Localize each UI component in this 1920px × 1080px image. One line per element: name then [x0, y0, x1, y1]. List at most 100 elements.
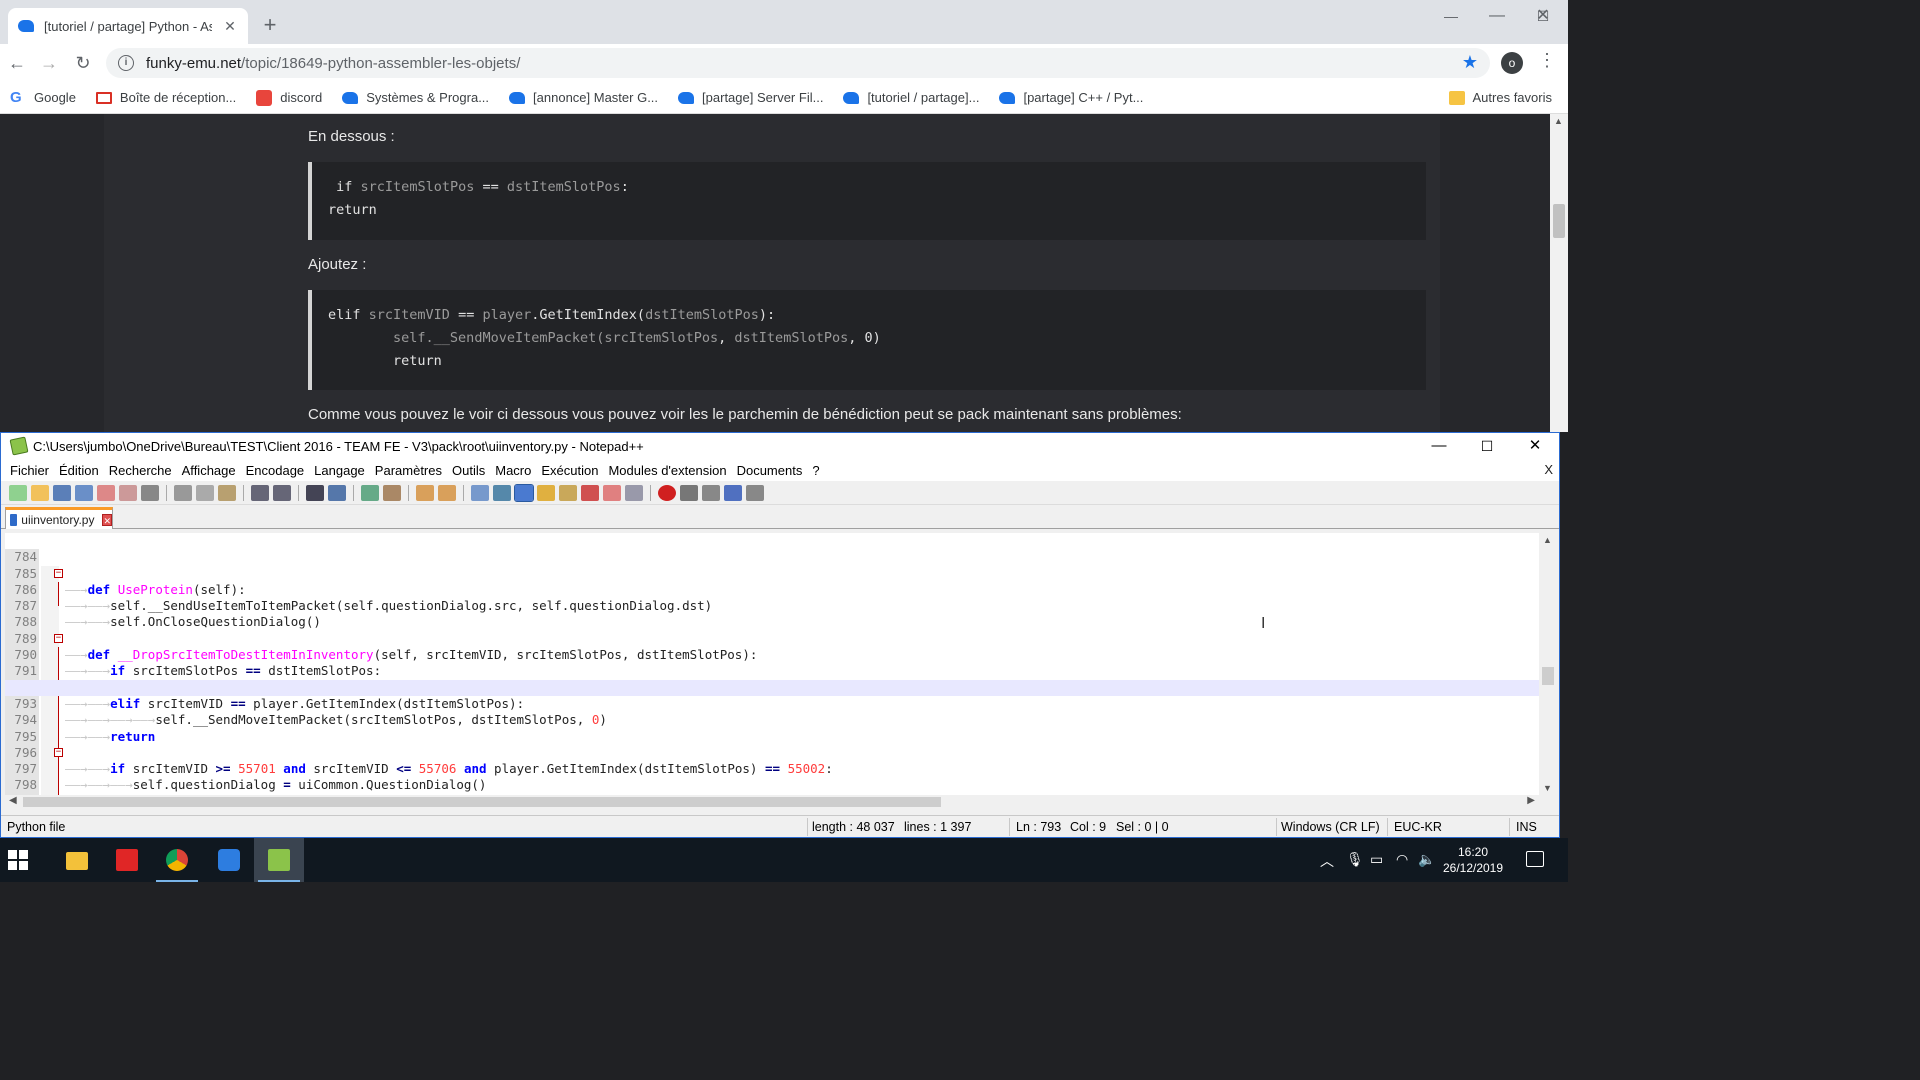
- close-document-icon[interactable]: X: [1544, 462, 1553, 477]
- taskbar-clock[interactable]: 16:20 26/12/2019: [1440, 844, 1506, 876]
- npp-minimize-icon[interactable]: —: [1415, 433, 1463, 459]
- notepadpp-window: C:\Users\jumbo\OneDrive\Bureau\TEST\Clie…: [0, 432, 1560, 838]
- file-tab-uiinventory[interactable]: uiinventory.py ✕: [5, 507, 113, 529]
- wifi-icon[interactable]: ◠: [1396, 851, 1408, 868]
- taskbar-file-explorer[interactable]: [52, 838, 102, 882]
- sync-vertical-icon[interactable]: [416, 484, 434, 501]
- address-bar[interactable]: i funky-emu.net/topic/18649-python-assem…: [106, 48, 1490, 78]
- cut-icon[interactable]: [174, 484, 192, 501]
- menu-langage[interactable]: Langage: [309, 463, 370, 478]
- replace-icon[interactable]: [328, 484, 346, 501]
- show-all-chars-icon[interactable]: [493, 484, 511, 501]
- scroll-left-icon[interactable]: ◀: [9, 795, 17, 806]
- taskbar-app-red[interactable]: [102, 838, 152, 882]
- redo-icon[interactable]: [273, 484, 291, 501]
- open-file-icon[interactable]: [31, 484, 49, 501]
- chrome-menu-icon[interactable]: ⋮: [1538, 50, 1556, 71]
- function-list-icon[interactable]: [581, 484, 599, 501]
- scrollbar-thumb[interactable]: [1553, 204, 1565, 238]
- menu-help[interactable]: ?: [807, 463, 824, 478]
- npp-maximize-icon[interactable]: ☐: [1463, 433, 1511, 459]
- windows-start-icon[interactable]: [8, 850, 28, 870]
- print-icon[interactable]: [141, 484, 159, 501]
- menu-fichier[interactable]: Fichier: [1, 463, 54, 478]
- volume-icon[interactable]: 🔈: [1418, 851, 1435, 868]
- stop-macro-icon[interactable]: [680, 484, 698, 501]
- record-macro-icon[interactable]: [658, 484, 676, 501]
- back-arrow-icon[interactable]: ←: [4, 50, 30, 76]
- menu-macro[interactable]: Macro: [490, 463, 536, 478]
- scrollbar-thumb[interactable]: [1542, 667, 1554, 685]
- reload-icon[interactable]: ↻: [70, 50, 96, 76]
- bookmark-server[interactable]: [partage] Server Fil...: [668, 85, 833, 111]
- menu-encodage[interactable]: Encodage: [241, 463, 310, 478]
- close-all-icon[interactable]: [119, 484, 137, 501]
- bookmark-star-icon[interactable]: ★: [1462, 52, 1478, 73]
- lang-define-icon[interactable]: [537, 484, 555, 501]
- taskbar-chrome[interactable]: [152, 838, 202, 882]
- play-macro-icon[interactable]: [702, 484, 720, 501]
- save-icon[interactable]: [53, 484, 71, 501]
- taskbar-notepadpp[interactable]: [254, 838, 304, 882]
- run-macro-multiple-icon[interactable]: [724, 484, 742, 501]
- page-scrollbar[interactable]: ▲: [1550, 114, 1568, 432]
- menu-parametres[interactable]: Paramètres: [370, 463, 447, 478]
- npp-close-icon[interactable]: ✕: [1511, 433, 1559, 459]
- bookmark-discord[interactable]: discord: [246, 85, 332, 111]
- paste-icon[interactable]: [218, 484, 236, 501]
- microphone-icon[interactable]: 🎙: [1346, 851, 1364, 868]
- bookmark-cpp[interactable]: [partage] C++ / Pyt...: [989, 85, 1153, 111]
- bookmark-gmail[interactable]: Boîte de réception...: [86, 85, 246, 111]
- zoom-in-icon[interactable]: [361, 484, 379, 501]
- scroll-up-icon[interactable]: ▲: [1554, 116, 1563, 126]
- menu-outils[interactable]: Outils: [447, 463, 490, 478]
- scroll-right-icon[interactable]: ▶: [1527, 795, 1535, 806]
- new-file-icon[interactable]: [9, 484, 27, 501]
- site-favicon-icon: [509, 91, 526, 104]
- close-tab-icon[interactable]: ✕: [102, 513, 112, 526]
- save-macro-icon[interactable]: [746, 484, 764, 501]
- browser-tab[interactable]: [tutoriel / partage] Python - Asse ✕: [8, 8, 248, 44]
- menu-edition[interactable]: Édition: [54, 463, 104, 478]
- battery-icon[interactable]: ▭: [1370, 851, 1383, 868]
- notification-center-icon[interactable]: [1526, 851, 1544, 867]
- menu-recherche[interactable]: Recherche: [104, 463, 177, 478]
- scroll-up-icon[interactable]: ▲: [1543, 535, 1552, 545]
- monitoring-icon[interactable]: [625, 484, 643, 501]
- menu-affichage[interactable]: Affichage: [177, 463, 241, 478]
- scrollbar-thumb[interactable]: [23, 797, 941, 807]
- menu-modules[interactable]: Modules d'extension: [603, 463, 731, 478]
- sync-horizontal-icon[interactable]: [438, 484, 456, 501]
- zoom-out-icon[interactable]: [383, 484, 401, 501]
- bookmark-systemes[interactable]: Systèmes & Progra...: [332, 85, 499, 111]
- profile-avatar[interactable]: o: [1501, 52, 1523, 74]
- chrome-close-icon[interactable]: ✕: [1520, 0, 1566, 32]
- copy-icon[interactable]: [196, 484, 214, 501]
- forward-arrow-icon[interactable]: →: [36, 50, 62, 76]
- other-bookmarks[interactable]: Autres favoris: [1439, 85, 1562, 111]
- scroll-down-icon[interactable]: ▼: [1543, 783, 1552, 793]
- new-tab-button[interactable]: +: [258, 14, 282, 38]
- bookmark-google[interactable]: G Google: [0, 85, 86, 111]
- chrome-minimize-icon[interactable]: —: [1428, 0, 1474, 32]
- bookmark-tutoriel[interactable]: [tutoriel / partage]...: [833, 85, 989, 111]
- menu-documents[interactable]: Documents: [732, 463, 808, 478]
- editor-vertical-scrollbar[interactable]: ▲ ▼: [1539, 533, 1557, 795]
- code-editor[interactable]: 784 − ——→def UseProtein(self): 785 ——→——…: [5, 533, 1557, 795]
- site-info-icon[interactable]: i: [118, 55, 134, 71]
- find-icon[interactable]: [306, 484, 324, 501]
- minimize-icon[interactable]: —: [1474, 0, 1520, 32]
- save-all-icon[interactable]: [75, 484, 93, 501]
- word-wrap-icon[interactable]: [471, 484, 489, 501]
- close-icon[interactable]: [97, 484, 115, 501]
- editor-horizontal-scrollbar[interactable]: ◀ ▶: [5, 795, 1539, 809]
- tray-chevron-icon[interactable]: ︿: [1320, 851, 1334, 871]
- bookmark-annonce[interactable]: [annonce] Master G...: [499, 85, 668, 111]
- menu-execution[interactable]: Exécution: [536, 463, 603, 478]
- tab-close-icon[interactable]: ✕: [222, 18, 238, 35]
- indent-guide-icon[interactable]: [514, 483, 534, 502]
- undo-icon[interactable]: [251, 484, 269, 501]
- doc-map-icon[interactable]: [559, 484, 577, 501]
- taskbar-ccleaner[interactable]: [204, 838, 254, 882]
- folder-workspace-icon[interactable]: [603, 484, 621, 501]
